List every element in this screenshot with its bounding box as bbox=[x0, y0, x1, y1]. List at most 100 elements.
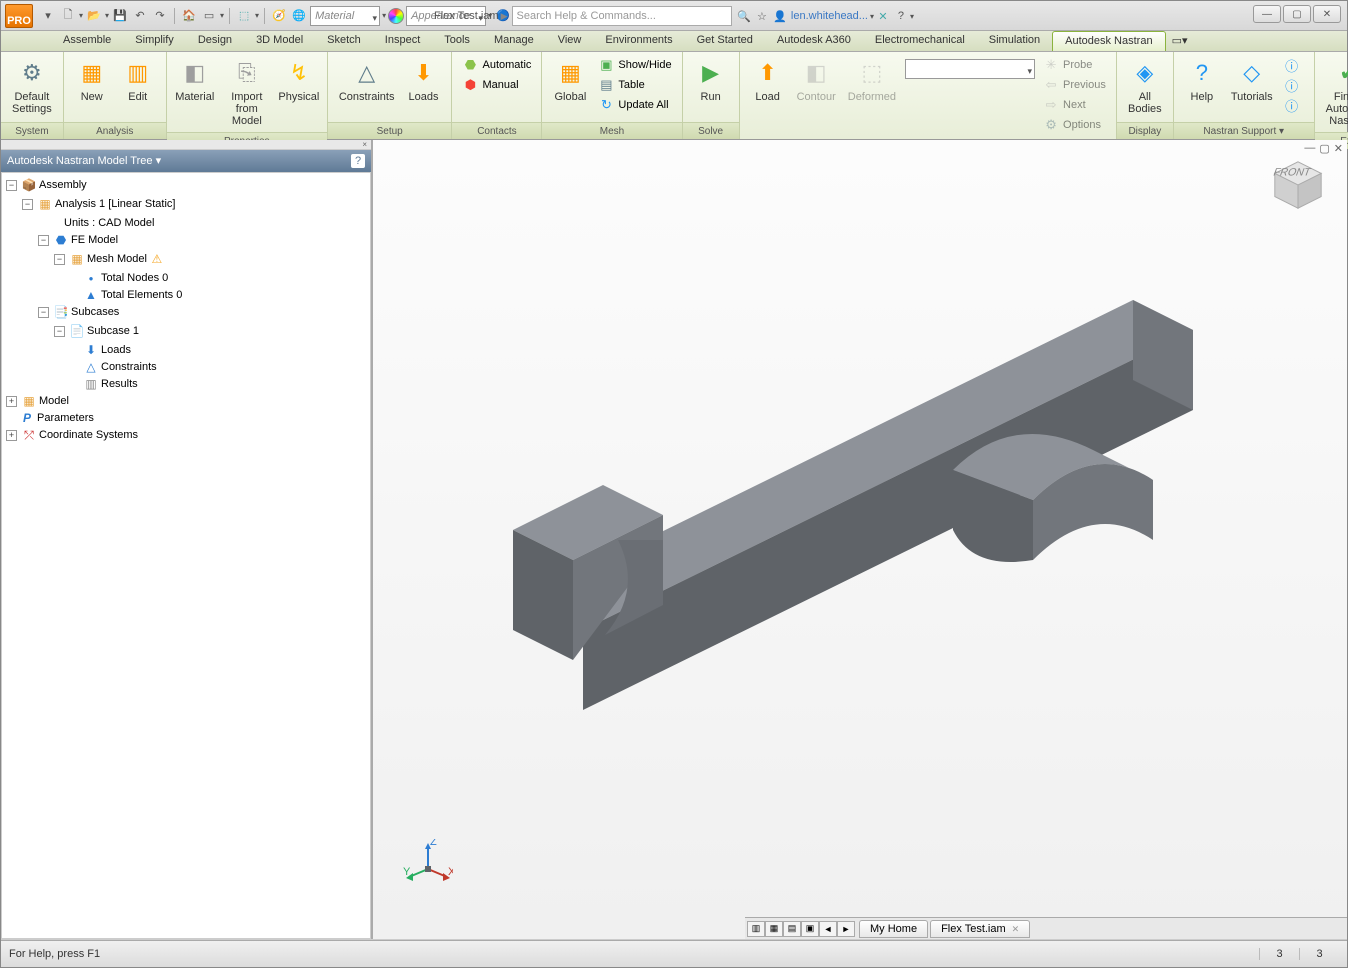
info-3-button[interactable]: ⓘ bbox=[1280, 95, 1308, 115]
tree-loads[interactable]: Loads bbox=[101, 342, 131, 359]
tab-manage[interactable]: Manage bbox=[482, 31, 546, 51]
exchange-icon[interactable]: ✕ bbox=[874, 7, 892, 25]
automatic-button[interactable]: ⬣Automatic bbox=[458, 55, 535, 75]
qat-dropdown-icon[interactable]: ▾ bbox=[39, 7, 57, 25]
signin-icon[interactable]: 👤 bbox=[771, 7, 789, 25]
tab-a360[interactable]: Autodesk A360 bbox=[765, 31, 863, 51]
minimize-button[interactable]: — bbox=[1253, 5, 1281, 23]
expand-icon[interactable]: − bbox=[38, 235, 49, 246]
panel-title[interactable]: Autodesk Nastran Model Tree ▾? bbox=[1, 150, 371, 172]
all-bodies-button[interactable]: ◈AllBodies bbox=[1123, 55, 1167, 117]
open-file-icon[interactable]: 📂 bbox=[85, 7, 103, 25]
measure-icon[interactable]: 🧭 bbox=[270, 7, 288, 25]
vp-close-icon[interactable]: ✕ bbox=[1334, 142, 1343, 155]
tree-analysis[interactable]: Analysis 1 [Linear Static] bbox=[55, 196, 175, 213]
tree-nodes[interactable]: Total Nodes 0 bbox=[101, 270, 168, 287]
3d-viewport[interactable]: — ▢ ✕ FRONT bbox=[373, 140, 1347, 939]
results-dropdown[interactable] bbox=[905, 59, 1035, 79]
tree-subcases[interactable]: Subcases bbox=[71, 304, 119, 321]
expand-icon[interactable]: − bbox=[38, 307, 49, 318]
edit-button[interactable]: ▥Edit bbox=[116, 55, 160, 105]
update-all-button[interactable]: ↻Update All bbox=[594, 95, 675, 115]
info-2-button[interactable]: ⓘ bbox=[1280, 75, 1308, 95]
load-button[interactable]: ⬆Load bbox=[746, 55, 790, 105]
manual-button[interactable]: ⬢Manual bbox=[458, 75, 535, 95]
tab-environments[interactable]: Environments bbox=[593, 31, 684, 51]
tab-electromech[interactable]: Electromechanical bbox=[863, 31, 977, 51]
physical-button[interactable]: ↯Physical bbox=[277, 55, 321, 105]
tab-view[interactable]: View bbox=[546, 31, 594, 51]
tree-femodel[interactable]: FE Model bbox=[71, 232, 118, 249]
tree-meshmodel[interactable]: Mesh Model bbox=[87, 251, 147, 268]
tree-subcase1[interactable]: Subcase 1 bbox=[87, 323, 139, 340]
user-label[interactable]: len.whitehead... bbox=[791, 10, 868, 22]
panel-close-icon[interactable]: × bbox=[1, 140, 371, 150]
tab-design[interactable]: Design bbox=[186, 31, 244, 51]
view-prev-icon[interactable]: ◄ bbox=[819, 921, 837, 937]
table-button[interactable]: ▤Table bbox=[594, 75, 675, 95]
save-icon[interactable]: 💾 bbox=[111, 7, 129, 25]
viewcube[interactable]: FRONT bbox=[1269, 156, 1327, 214]
star-icon[interactable]: ☆ bbox=[753, 7, 771, 25]
tab-3dmodel[interactable]: 3D Model bbox=[244, 31, 315, 51]
close-tab-icon[interactable]: ✕ bbox=[1012, 924, 1020, 934]
home-icon[interactable]: 🏠 bbox=[180, 7, 198, 25]
run-button[interactable]: ▶Run bbox=[689, 55, 733, 105]
tree-constraints[interactable]: Constraints bbox=[101, 359, 157, 376]
tree-assembly[interactable]: Assembly bbox=[39, 177, 87, 194]
default-settings-button[interactable]: ⚙DefaultSettings bbox=[7, 55, 57, 117]
tab-simplify[interactable]: Simplify bbox=[123, 31, 186, 51]
color-swatch-icon[interactable] bbox=[388, 8, 404, 24]
globe-icon[interactable]: 🌐 bbox=[290, 7, 308, 25]
expand-icon[interactable]: + bbox=[6, 396, 17, 407]
tab-sketch[interactable]: Sketch bbox=[315, 31, 373, 51]
tree-units[interactable]: Units : CAD Model bbox=[64, 215, 154, 232]
new-file-icon[interactable]: 🗋 bbox=[59, 7, 77, 25]
vp-maximize-icon[interactable]: ▢ bbox=[1319, 142, 1329, 155]
view-layout-4-icon[interactable]: ▣ bbox=[801, 921, 819, 937]
material-button[interactable]: ◧Material bbox=[173, 55, 217, 105]
view-layout-3-icon[interactable]: ▤ bbox=[783, 921, 801, 937]
doc-tab-home[interactable]: My Home bbox=[859, 920, 928, 938]
constraints-button[interactable]: △Constraints bbox=[334, 55, 400, 105]
open-doc-icon[interactable]: ▭ bbox=[200, 7, 218, 25]
loads-button[interactable]: ⬇Loads bbox=[401, 55, 445, 105]
model-tree[interactable]: −📦Assembly −▦Analysis 1 [Linear Static] … bbox=[1, 172, 371, 939]
import-from-model-button[interactable]: ⎘Import fromModel bbox=[219, 55, 275, 129]
expand-icon[interactable]: + bbox=[6, 430, 17, 441]
search-input[interactable]: Search Help & Commands... bbox=[512, 6, 732, 26]
maximize-button[interactable]: ▢ bbox=[1283, 5, 1311, 23]
tab-tools[interactable]: Tools bbox=[432, 31, 482, 51]
tab-overflow[interactable]: ▭▾ bbox=[1166, 31, 1194, 51]
tab-assemble[interactable]: Assemble bbox=[51, 31, 123, 51]
expand-icon[interactable]: − bbox=[6, 180, 17, 191]
redo-icon[interactable]: ↷ bbox=[151, 7, 169, 25]
panel-help-icon[interactable]: ? bbox=[351, 154, 365, 168]
view-next-icon[interactable]: ► bbox=[837, 921, 855, 937]
tree-results[interactable]: Results bbox=[101, 376, 138, 393]
global-button[interactable]: ▦Global bbox=[548, 55, 592, 105]
help-icon[interactable]: ? bbox=[892, 7, 910, 25]
tutorials-button[interactable]: ◇Tutorials bbox=[1226, 55, 1278, 105]
new-button[interactable]: ▦New bbox=[70, 55, 114, 105]
show-hide-button[interactable]: ▣Show/Hide bbox=[594, 55, 675, 75]
help-button[interactable]: ?Help bbox=[1180, 55, 1224, 105]
expand-icon[interactable]: − bbox=[54, 254, 65, 265]
view-layout-1-icon[interactable]: ▥ bbox=[747, 921, 765, 937]
expand-icon[interactable]: − bbox=[22, 199, 33, 210]
tree-model[interactable]: Model bbox=[39, 393, 69, 410]
tree-parameters[interactable]: Parameters bbox=[37, 410, 94, 427]
undo-icon[interactable]: ↶ bbox=[131, 7, 149, 25]
expand-icon[interactable]: − bbox=[54, 326, 65, 337]
select-icon[interactable]: ⬚ bbox=[235, 7, 253, 25]
close-button[interactable]: ✕ bbox=[1313, 5, 1341, 23]
tab-simulation[interactable]: Simulation bbox=[977, 31, 1052, 51]
tree-coord[interactable]: Coordinate Systems bbox=[39, 427, 138, 444]
tab-nastran[interactable]: Autodesk Nastran bbox=[1052, 31, 1165, 51]
axis-triad[interactable]: Z X Y bbox=[403, 839, 453, 889]
info-1-button[interactable]: ⓘ bbox=[1280, 55, 1308, 75]
material-dropdown[interactable]: Material bbox=[310, 6, 380, 26]
app-icon[interactable]: PRO bbox=[5, 4, 33, 28]
search-icon[interactable]: 🔍 bbox=[735, 7, 753, 25]
vp-minimize-icon[interactable]: — bbox=[1304, 142, 1315, 155]
